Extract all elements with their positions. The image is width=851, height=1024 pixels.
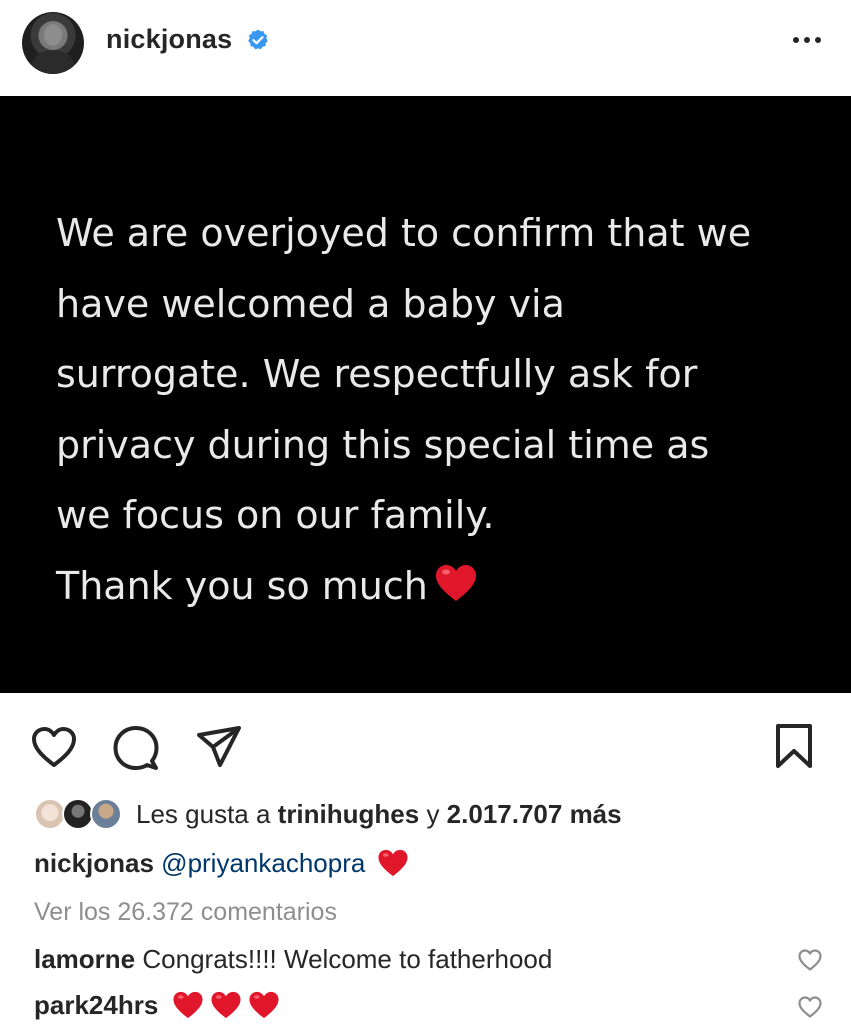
liker-avatars xyxy=(34,798,126,830)
announcement-body: We are overjoyed to confirm that we have… xyxy=(56,211,752,608)
profile-avatar[interactable] xyxy=(22,12,84,74)
red-heart-emoji-icon xyxy=(211,991,241,1019)
caption: nickjonas @priyankachopra xyxy=(34,848,415,879)
comment-like-heart-icon[interactable] xyxy=(797,948,823,972)
likes-count[interactable]: 2.017.707 más xyxy=(447,799,622,829)
likes-row[interactable]: Les gusta a trinihughes y 2.017.707 más xyxy=(34,796,834,832)
post-header: nickjonas xyxy=(0,0,851,96)
comment-item: park24hrs xyxy=(34,990,286,1021)
view-all-comments-link[interactable]: Ver los 26.372 comentarios xyxy=(34,898,337,927)
caption-mention[interactable]: @priyankachopra xyxy=(161,848,365,878)
heart-outline-icon[interactable] xyxy=(30,725,78,769)
paper-plane-icon[interactable] xyxy=(196,725,242,769)
comment-username[interactable]: lamorne xyxy=(34,944,135,974)
comment-text: Congrats!!!! Welcome to fatherhood xyxy=(142,944,553,974)
post-announcement-text: We are overjoyed to confirm that we have… xyxy=(56,198,816,621)
comment-username[interactable]: park24hrs xyxy=(34,990,158,1020)
comment-emojis xyxy=(172,990,286,1020)
verified-badge-icon xyxy=(248,29,268,50)
liker-username[interactable]: trinihughes xyxy=(278,799,420,829)
more-options-icon[interactable] xyxy=(791,30,823,50)
red-heart-emoji-icon xyxy=(173,991,203,1019)
red-heart-emoji-icon xyxy=(378,849,408,877)
likes-text: Les gusta a trinihughes y 2.017.707 más xyxy=(136,799,622,830)
likes-connector: y xyxy=(419,799,447,829)
likes-prefix: Les gusta a xyxy=(136,799,278,829)
action-bar xyxy=(0,693,851,793)
comment-like-heart-icon[interactable] xyxy=(797,995,823,1019)
liker-avatar xyxy=(90,798,122,830)
caption-username[interactable]: nickjonas xyxy=(34,848,154,878)
red-heart-emoji-icon xyxy=(249,991,279,1019)
red-heart-emoji-icon xyxy=(435,564,476,601)
post-image[interactable]: We are overjoyed to confirm that we have… xyxy=(0,96,851,693)
bookmark-icon[interactable] xyxy=(774,723,814,769)
comment-item: lamorne Congrats!!!! Welcome to fatherho… xyxy=(34,944,552,975)
username[interactable]: nickjonas xyxy=(106,24,232,55)
comment-bubble-icon[interactable] xyxy=(112,725,160,771)
